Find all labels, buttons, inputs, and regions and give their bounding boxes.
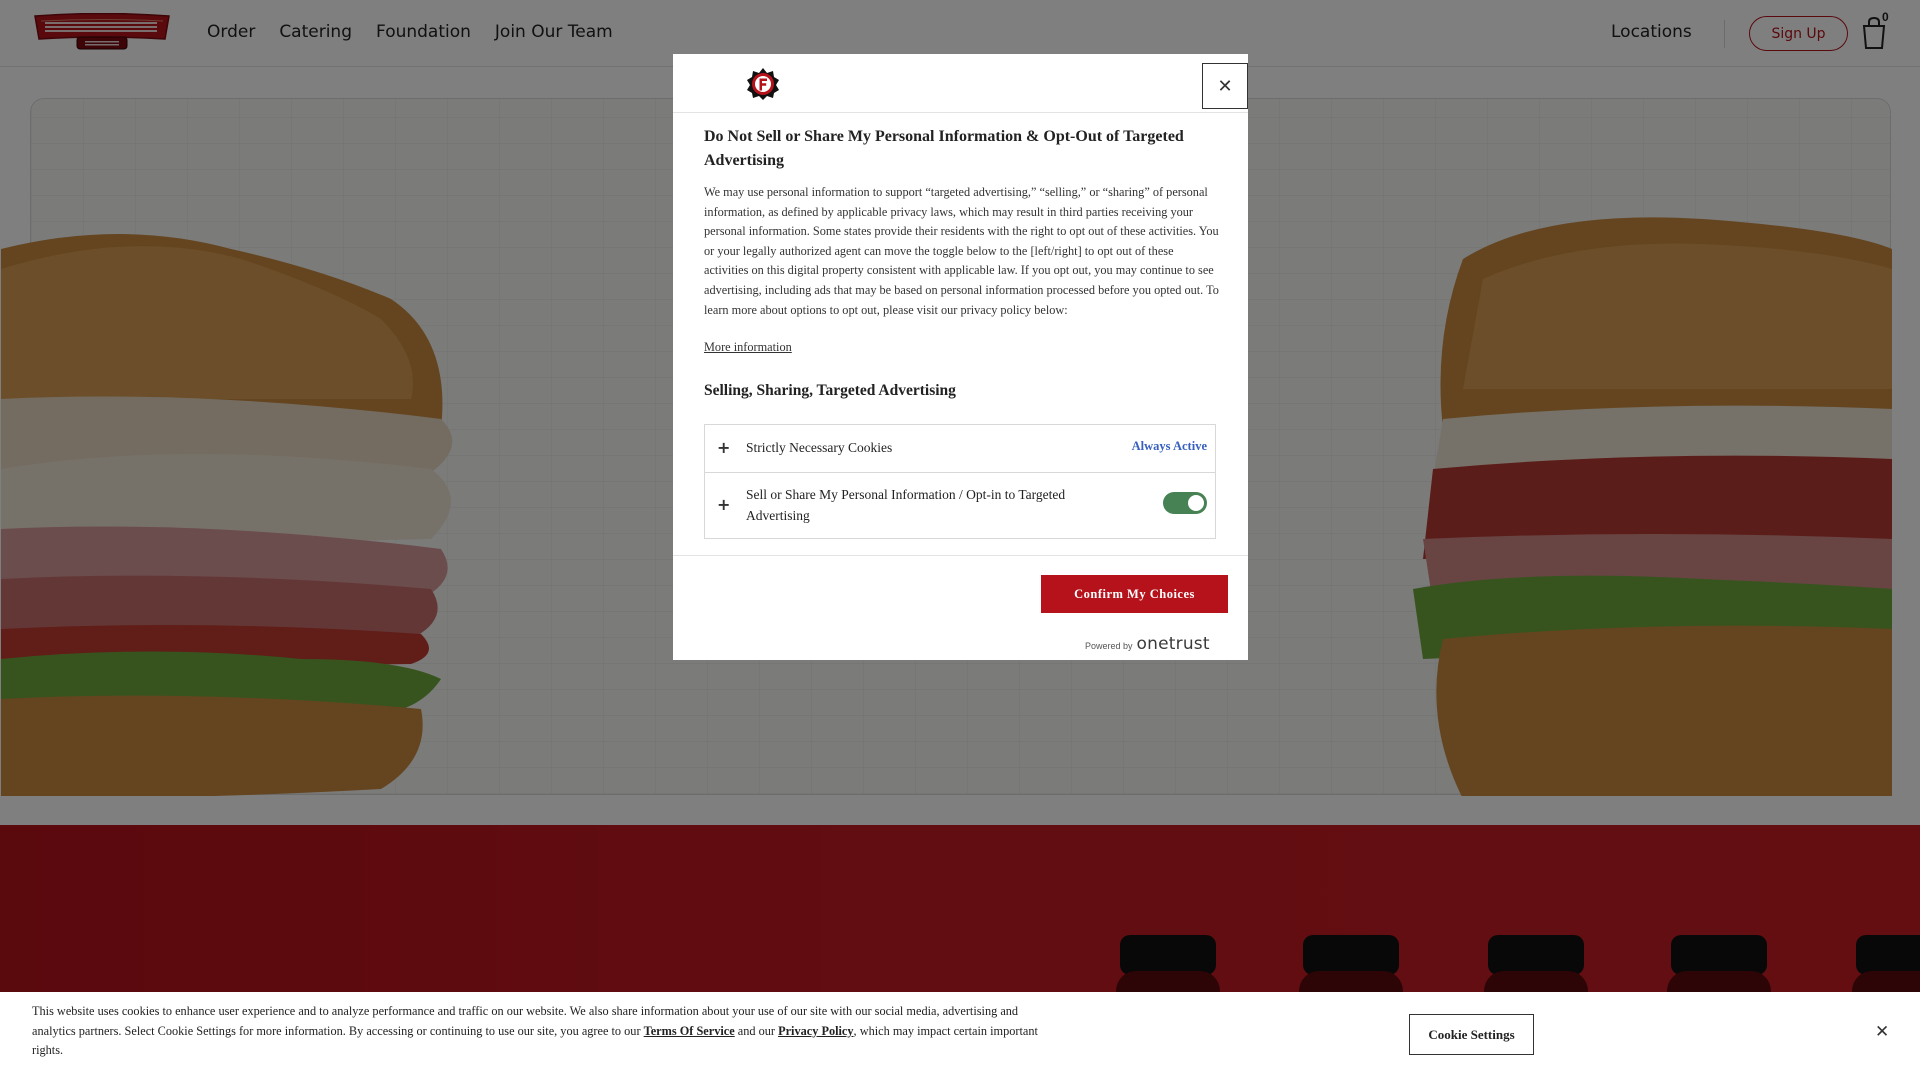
- toggle-knob: [1188, 495, 1204, 511]
- preference-list: + Strictly Necessary Cookies Always Acti…: [704, 424, 1216, 539]
- preference-label: Strictly Necessary Cookies: [746, 440, 893, 455]
- terms-of-service-link[interactable]: Terms Of Service: [644, 1024, 735, 1038]
- cookie-banner: This website uses cookies to enhance use…: [0, 992, 1920, 1080]
- preference-label: Sell or Share My Personal Information / …: [746, 487, 1066, 523]
- section-title: Selling, Sharing, Targeted Advertising: [704, 382, 956, 399]
- cookie-banner-close-icon[interactable]: ✕: [1875, 1022, 1889, 1042]
- always-active-status: Always Active: [1131, 439, 1207, 453]
- more-information-link[interactable]: More information: [704, 340, 792, 355]
- modal-footer: Confirm My Choices Powered by onetrust: [673, 555, 1248, 660]
- preference-row-strictly-necessary[interactable]: + Strictly Necessary Cookies Always Acti…: [705, 425, 1215, 473]
- modal-description: We may use personal information to suppo…: [704, 185, 1219, 317]
- modal-close-button[interactable]: ✕: [1202, 63, 1248, 109]
- expand-plus-icon[interactable]: +: [717, 495, 730, 514]
- preference-row-sell-share[interactable]: + Sell or Share My Personal Information …: [705, 473, 1215, 539]
- cookie-text-part: and our: [734, 1023, 779, 1038]
- onetrust-logo: onetrust: [1136, 634, 1210, 654]
- powered-by-onetrust[interactable]: Powered by onetrust: [1085, 634, 1210, 654]
- cookie-banner-text: This website uses cookies to enhance use…: [32, 1002, 1062, 1061]
- privacy-preference-modal: ✕ Do Not Sell or Share My Personal Infor…: [673, 54, 1248, 660]
- expand-plus-icon[interactable]: +: [717, 438, 730, 457]
- cookie-settings-button[interactable]: Cookie Settings: [1409, 1014, 1534, 1055]
- powered-by-label: Powered by: [1085, 641, 1133, 651]
- targeted-advertising-toggle[interactable]: [1163, 492, 1207, 514]
- confirm-my-choices-button[interactable]: Confirm My Choices: [1041, 575, 1228, 613]
- privacy-policy-link[interactable]: Privacy Policy: [778, 1024, 853, 1038]
- modal-title: Do Not Sell or Share My Personal Informa…: [704, 128, 1184, 169]
- modal-header: ✕: [673, 54, 1248, 113]
- firehouse-badge-icon: [747, 68, 779, 100]
